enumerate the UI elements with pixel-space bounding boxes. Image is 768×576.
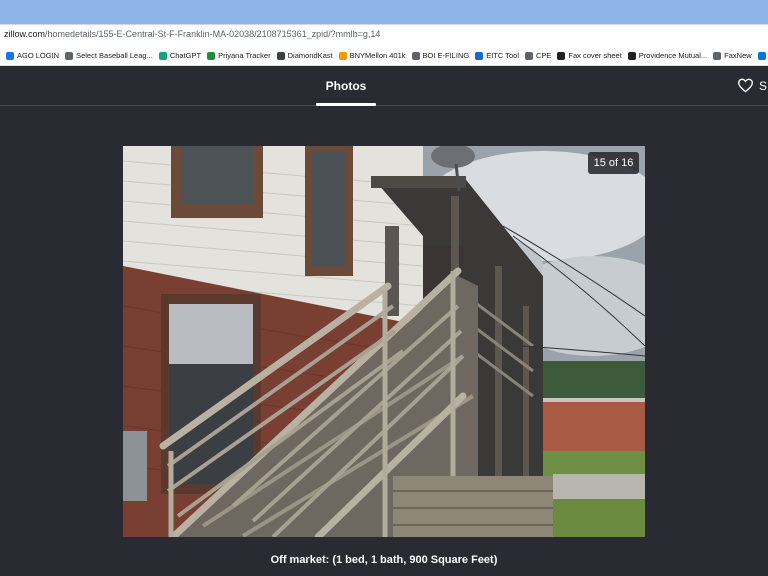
bookmark-icon — [338, 51, 347, 60]
address-bar[interactable]: zillow.com/homedetails/155-E-Central-St-… — [0, 24, 768, 46]
tab-active-indicator — [316, 103, 376, 106]
heart-icon — [737, 78, 754, 93]
bookmark-item[interactable]: Providence Mutual... — [627, 51, 708, 60]
bookmarks-bar: AGO LOGIN Select Baseball Leag... ChatGPT P… — [0, 46, 768, 66]
viewer-tabbar: Photos S — [0, 66, 768, 106]
bookmark-item[interactable]: Priyana Tracker — [207, 51, 271, 60]
bookmark-item[interactable]: EITC Tool — [475, 51, 519, 60]
bookmark-icon — [158, 51, 167, 60]
save-label: S — [759, 78, 768, 93]
bookmark-label: FaxNew — [724, 51, 752, 60]
photo-counter: 15 of 16 — [588, 152, 639, 174]
bookmark-label: BOI E-FILING — [422, 51, 470, 60]
bookmark-icon — [6, 51, 14, 60]
bookmark-icon — [475, 51, 484, 60]
bookmark-label: EITC Tool — [486, 51, 519, 60]
bookmark-item[interactable]: DiamondKast — [276, 51, 333, 60]
photo-caption: Off market: (1 bed, 1 bath, 900 Square F… — [270, 554, 498, 566]
bookmark-icon — [411, 51, 420, 60]
url-text[interactable]: zillow.com/homedetails/155-E-Central-St-… — [4, 29, 380, 39]
bookmark-label: DiamondKast — [287, 51, 333, 60]
bookmark-item[interactable]: AGO LOGIN — [6, 51, 59, 60]
tab-photos[interactable]: Photos — [316, 66, 376, 106]
bookmark-item[interactable]: Select Baseball Leag... — [65, 51, 153, 60]
bookmark-item[interactable]: FreshBooks — [757, 51, 768, 60]
bookmark-label: Priyana Tracker — [218, 51, 271, 60]
bookmark-label: Select Baseball Leag... — [76, 51, 153, 60]
url-path: /homedetails/155-E-Central-St-F-Franklin… — [45, 29, 381, 39]
bookmark-icon — [557, 51, 566, 60]
bookmark-label: Fax cover sheet — [568, 51, 622, 60]
bookmark-icon — [627, 51, 636, 60]
bookmark-icon — [65, 51, 74, 60]
bookmark-label: BNYMellon 401k — [349, 51, 406, 60]
bookmark-item[interactable]: Fax cover sheet — [557, 51, 622, 60]
bookmark-item[interactable]: ChatGPT — [158, 51, 202, 60]
url-host: zillow.com — [4, 29, 46, 39]
browser-title-bar — [0, 0, 768, 24]
bookmark-icon — [757, 51, 766, 60]
bookmark-item[interactable]: BNYMellon 401k — [338, 51, 406, 60]
bookmark-icon — [207, 51, 216, 60]
bookmark-icon — [713, 51, 722, 60]
bookmark-item[interactable]: BOI E-FILING — [411, 51, 470, 60]
save-button[interactable]: S — [737, 78, 767, 93]
bookmark-item[interactable]: FaxNew — [713, 51, 752, 60]
bookmark-icon — [525, 51, 533, 60]
bookmark-label: CPE — [536, 51, 552, 60]
bookmark-label: Providence Mutual... — [638, 51, 708, 60]
bookmark-item[interactable]: CPE — [525, 51, 551, 60]
bookmark-label: ChatGPT — [169, 51, 202, 60]
listing-photo[interactable] — [123, 146, 645, 537]
photo-viewer: Photos S 15 of 16 Off market: (1 bed, 1 … — [0, 66, 768, 576]
bookmark-label: AGO LOGIN — [17, 51, 60, 60]
bookmark-icon — [276, 51, 285, 60]
